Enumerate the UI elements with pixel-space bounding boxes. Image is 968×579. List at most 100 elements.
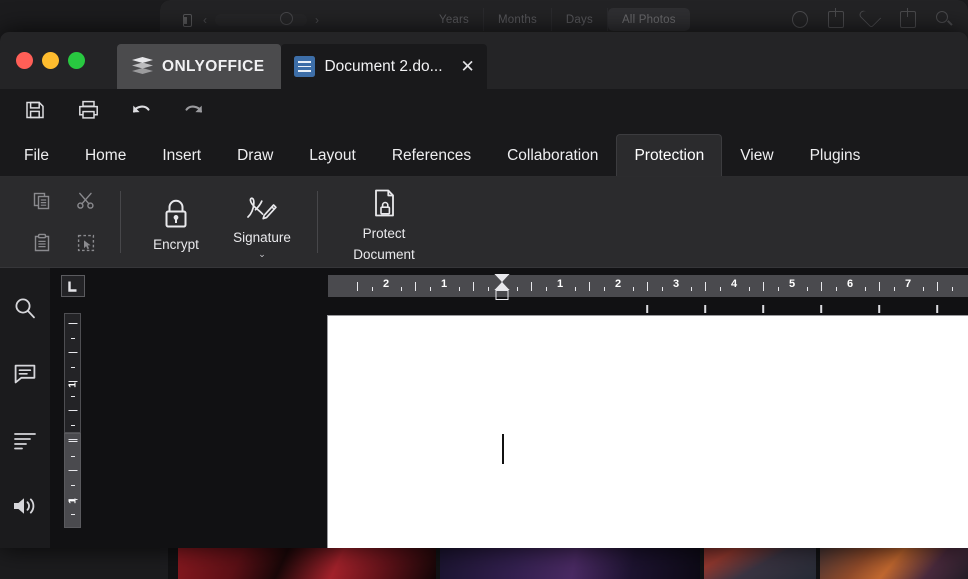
tab-protection[interactable]: Protection [616,134,723,176]
rotate-icon[interactable] [900,8,916,28]
speaker-icon [14,498,35,514]
ribbon-toolbar: Encrypt Signature ⌄ Protect Document [0,177,968,268]
left-indent-marker[interactable] [495,290,509,300]
ruler-label: 7 [904,278,912,290]
ruler-tick [661,287,663,291]
text-to-speech-button[interactable] [9,490,41,522]
share-icon[interactable] [828,8,844,28]
protect-document-label-line1: Protect [362,226,406,242]
close-button[interactable] [16,52,33,69]
tab-insert[interactable]: Insert [144,134,219,176]
ruler-tick [893,287,895,291]
horizontal-ruler[interactable]: 2 1 1 2 3 4 5 6 7 [328,274,968,313]
vertical-ruler-tick [68,470,77,471]
tab-document[interactable]: Document 2.do... ✕ [281,44,487,89]
headings-panel-button[interactable] [9,424,41,456]
photos-toolbar-right [792,8,952,29]
cut-button[interactable] [63,185,109,217]
encrypt-button[interactable]: Encrypt [133,177,219,267]
tab-layout[interactable]: Layout [291,134,374,176]
forward-icon[interactable]: › [315,13,319,27]
signature-icon [243,185,281,225]
ruler-tick [589,282,590,291]
select-all-button[interactable] [63,227,109,259]
ruler-tick [937,282,938,291]
segment-days[interactable]: Days [552,8,608,31]
indent-marker[interactable] [494,268,510,304]
redo-button[interactable] [171,94,217,126]
tab-file[interactable]: File [6,134,67,176]
tab-view[interactable]: View [722,134,791,176]
default-tab-stop [704,305,706,313]
segment-years[interactable]: Years [425,8,484,31]
ruler-tick [632,287,634,291]
ruler-tick [821,282,822,291]
undo-button[interactable] [118,94,164,126]
ruler-tick [545,287,547,291]
search-icon[interactable] [936,11,952,28]
photos-segmented-control[interactable]: Years Months Days All Photos [425,8,690,31]
segment-months[interactable]: Months [484,8,552,31]
signature-button[interactable]: Signature ⌄ [219,177,305,267]
paste-button[interactable] [19,227,65,259]
chevron-down-icon[interactable]: ⌄ [258,250,266,259]
ruler-row: 2 1 1 2 3 4 5 6 7 [50,268,968,313]
tab-plugins[interactable]: Plugins [792,134,879,176]
segment-all-photos[interactable]: All Photos [607,8,690,31]
copy-button[interactable] [19,185,65,217]
search-icon [15,298,35,319]
close-icon[interactable]: ✕ [461,58,475,75]
vertical-ruler-tick [70,484,75,486]
onlyoffice-logo-icon [132,57,153,76]
ruler-tick [357,287,358,291]
minimize-button[interactable] [42,52,59,69]
back-icon[interactable]: ‹ [203,13,207,27]
print-button[interactable] [65,94,111,126]
select-all-icon [77,234,95,252]
ruler-tick [719,287,721,291]
ruler-tick [763,282,764,291]
tab-stop-selector[interactable] [61,275,85,297]
vertical-ruler-tick [70,337,75,339]
tab-home[interactable]: Home [67,134,144,176]
save-button[interactable] [12,94,58,126]
protect-document-button[interactable]: Protect Document [330,177,438,267]
vertical-ruler-tick [68,352,77,353]
hanging-indent-marker[interactable] [494,282,510,290]
vertical-ruler[interactable]: 11 [64,313,81,528]
favorite-icon[interactable] [862,9,882,29]
ruler-label: 1 [440,278,448,290]
ruler-tick [371,287,373,291]
search-panel-button[interactable] [9,292,41,324]
maximize-button[interactable] [68,52,85,69]
tab-references[interactable]: References [374,134,489,176]
sidebar-icon[interactable] [180,13,195,28]
tab-onlyoffice-home[interactable]: ONLYOFFICE [117,44,282,89]
ruler-tick [705,282,706,291]
vertical-ruler-tick [70,513,75,515]
photos-toolbar-left: ‹ › [180,12,319,28]
scissors-icon [77,192,94,209]
first-line-indent-marker[interactable] [494,274,510,282]
document-page[interactable] [327,315,968,548]
zoom-slider[interactable] [215,12,307,26]
protect-document-label-line2: Document [353,247,415,262]
left-tab-stop-icon [68,281,77,292]
ruler-tick [864,287,866,291]
comments-panel-button[interactable] [9,358,41,390]
window-controls [16,52,85,69]
vertical-ruler-tick [68,410,77,411]
quick-access-toolbar [0,89,968,131]
ruler-tick [487,287,489,291]
ruler-tick [574,287,576,291]
redo-icon [185,105,203,113]
ruler-tick [748,287,750,291]
ruler-tick [415,282,416,291]
tab-onlyoffice-label: ONLYOFFICE [162,57,265,75]
vertical-ruler-label: 1 [67,382,78,388]
ruler-tick [951,287,953,291]
info-icon[interactable] [792,11,808,28]
tab-collaboration[interactable]: Collaboration [489,134,616,176]
ruler-tick [690,287,692,291]
tab-draw[interactable]: Draw [219,134,291,176]
